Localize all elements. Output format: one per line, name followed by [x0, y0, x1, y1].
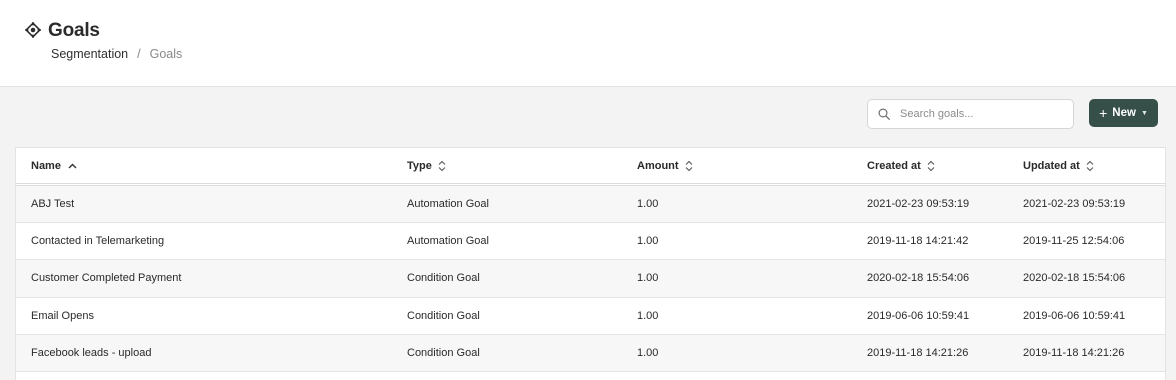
table-row[interactable]: Customer Completed Payment Condition Goa…: [16, 260, 1165, 298]
cell-type: Automation Goal: [407, 198, 489, 211]
cell-name[interactable]: Facebook leads - upload: [31, 335, 151, 371]
cell-updated-at: 2019-11-25 12:54:06: [1023, 235, 1125, 248]
new-goal-button[interactable]: + New ▼: [1089, 99, 1158, 127]
cell-amount: 1.00: [637, 346, 659, 359]
cell-updated-at: 2020-02-18 15:54:06: [1023, 272, 1126, 285]
cell-type: Automation Goal: [407, 235, 489, 248]
column-header-amount[interactable]: Amount: [637, 148, 693, 184]
table-row[interactable]: Contacted in Telemarketing Automation Go…: [16, 223, 1165, 261]
cell-created-at: 2019-06-06 10:59:41: [867, 309, 970, 322]
cell-amount: 1.00: [637, 272, 659, 285]
sort-icon: [685, 160, 692, 172]
cell-name[interactable]: Contacted in Telemarketing: [31, 223, 164, 259]
search-input[interactable]: [900, 108, 1060, 120]
column-header-label: Amount: [637, 160, 679, 172]
sort-icon: [1086, 160, 1094, 172]
chevron-down-icon: ▼: [1140, 109, 1148, 117]
sort-icon: [438, 160, 446, 172]
cell-name[interactable]: ABJ Test: [31, 186, 74, 222]
sort-icon: [927, 160, 935, 172]
cell-type: Condition Goal: [407, 309, 480, 322]
cell-name[interactable]: Customer Completed Payment: [31, 260, 181, 296]
column-header-created-at[interactable]: Created at: [867, 148, 935, 184]
page-title: Goals: [48, 20, 100, 41]
column-header-label: Name: [31, 160, 61, 172]
cell-type: Condition Goal: [407, 346, 480, 359]
cell-amount: 1.00: [637, 235, 659, 248]
table-row[interactable]: Email Opens Condition Goal 1.00 2019-06-…: [16, 297, 1165, 335]
breadcrumb-segmentation-link[interactable]: Segmentation: [51, 47, 128, 61]
column-header-label: Updated at: [1023, 160, 1080, 172]
column-header-type[interactable]: Type: [407, 148, 446, 184]
cell-created-at: 2019-11-18 14:21:42: [867, 235, 969, 248]
cell-updated-at: 2019-06-06 10:59:41: [1023, 309, 1126, 322]
cell-updated-at: 2021-02-23 09:53:19: [1023, 198, 1126, 211]
cell-created-at: 2019-11-18 14:21:26: [867, 346, 969, 359]
table-row[interactable]: ABJ Test Automation Goal 1.00 2021-02-23…: [16, 186, 1165, 224]
table-row[interactable]: Facebook leads - upload Condition Goal 1…: [16, 334, 1165, 372]
breadcrumb-separator: /: [137, 47, 141, 61]
sort-ascending-icon: [68, 163, 77, 169]
new-button-label: New: [1112, 107, 1136, 119]
crosshair-icon: [25, 22, 41, 38]
cell-updated-at: 2019-11-18 14:21:26: [1023, 346, 1125, 359]
cell-name[interactable]: Email Opens: [31, 298, 94, 334]
column-header-name[interactable]: Name: [31, 148, 77, 184]
cell-created-at: 2021-02-23 09:53:19: [867, 198, 970, 211]
search-box[interactable]: [867, 99, 1074, 129]
title-row: Goals: [25, 20, 100, 42]
cell-amount: 1.00: [637, 198, 659, 211]
column-header-label: Created at: [867, 160, 921, 172]
goals-table: Name Type Amount Created at Updated at A…: [15, 147, 1166, 380]
cell-type: Condition Goal: [407, 272, 480, 285]
column-header-updated-at[interactable]: Updated at: [1023, 148, 1094, 184]
search-icon: [878, 108, 890, 120]
column-header-label: Type: [407, 160, 432, 172]
table-header: Name Type Amount Created at Updated at: [16, 148, 1165, 186]
breadcrumb: Segmentation / Goals: [51, 47, 182, 61]
plus-icon: +: [1099, 105, 1108, 121]
cell-created-at: 2020-02-18 15:54:06: [867, 272, 970, 285]
page-header: Goals Segmentation / Goals: [0, 0, 1176, 87]
breadcrumb-current: Goals: [149, 47, 183, 61]
cell-amount: 1.00: [637, 309, 659, 322]
table-body: ABJ Test Automation Goal 1.00 2021-02-23…: [16, 186, 1165, 372]
